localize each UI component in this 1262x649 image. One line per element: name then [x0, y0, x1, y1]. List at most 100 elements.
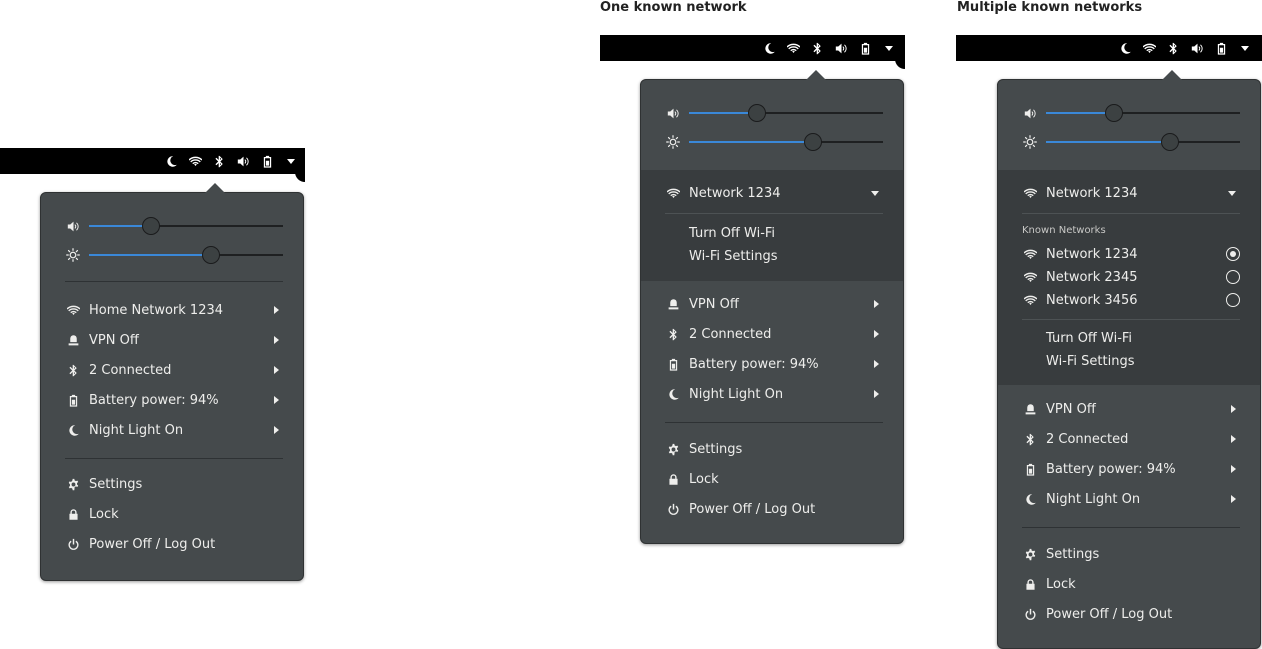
bluetooth-menu-item[interactable]: 2 Connected — [1022, 428, 1240, 450]
battery-menu-item[interactable]: Battery power: 94% — [65, 389, 283, 411]
power-icon — [665, 501, 681, 517]
system-tray[interactable] — [760, 35, 898, 61]
system-tray[interactable] — [1116, 35, 1254, 61]
power-icon — [65, 536, 81, 552]
battery-icon — [856, 35, 874, 61]
top-bar — [600, 35, 905, 69]
vpn-menu-item[interactable]: VPN Off — [1022, 398, 1240, 420]
chevron-right-icon — [274, 306, 279, 314]
bluetooth-menu-item[interactable]: 2 Connected — [665, 323, 883, 345]
chevron-right-icon — [874, 330, 879, 338]
dropdown-arrow-icon — [880, 35, 898, 61]
settings-menu-item[interactable]: Settings — [65, 473, 283, 495]
wifi-icon — [1022, 246, 1038, 262]
battery-menu-item[interactable]: Battery power: 94% — [1022, 458, 1240, 480]
radio-button[interactable] — [1226, 293, 1240, 307]
system-tray[interactable] — [162, 148, 300, 174]
volume-slider[interactable] — [1022, 104, 1240, 122]
brightness-slider[interactable] — [65, 246, 283, 264]
settings-menu-item[interactable]: Settings — [665, 438, 883, 460]
heading-multiple-known: Multiple known networks — [957, 0, 1143, 15]
battery-menu-item[interactable]: Battery power: 94% — [665, 353, 883, 375]
known-network-item[interactable]: Network 1234 — [1022, 243, 1240, 265]
volume-icon — [1188, 35, 1206, 61]
turn-off-wifi-item[interactable]: Turn Off Wi-Fi — [689, 222, 775, 244]
bluetooth-menu-item[interactable]: 2 Connected — [65, 359, 283, 381]
gear-icon — [665, 441, 681, 457]
network-menu-item[interactable]: Home Network 1234 — [65, 299, 283, 321]
lock-menu-item[interactable]: Lock — [1022, 573, 1240, 595]
brightness-slider-knob[interactable] — [804, 133, 823, 151]
night-light-icon — [162, 148, 180, 174]
night-light-icon — [665, 386, 681, 402]
power-menu-item[interactable]: Power Off / Log Out — [665, 498, 883, 520]
gear-icon — [65, 476, 81, 492]
radio-button-selected[interactable] — [1226, 247, 1240, 261]
volume-icon — [665, 105, 681, 121]
volume-slider[interactable] — [65, 217, 283, 235]
night-light-icon — [1022, 491, 1038, 507]
heading-one-known: One known network — [600, 0, 747, 15]
bluetooth-icon — [210, 148, 228, 174]
wifi-icon — [665, 185, 681, 201]
network-menu-item[interactable]: Network 1234 — [1022, 182, 1240, 204]
vpn-menu-item[interactable]: VPN Off — [65, 329, 283, 351]
dropdown-arrow-icon — [1236, 35, 1254, 61]
volume-icon — [1022, 105, 1038, 121]
wifi-submenu: Network 1234 Known Networks Network 1234… — [998, 170, 1260, 385]
brightness-icon — [665, 134, 681, 150]
lock-menu-item[interactable]: Lock — [65, 503, 283, 525]
night-light-icon — [760, 35, 778, 61]
night-light-menu-item[interactable]: Night Light On — [65, 419, 283, 441]
wifi-icon — [1022, 292, 1038, 308]
lock-menu-item[interactable]: Lock — [665, 468, 883, 490]
wifi-icon — [784, 35, 802, 61]
night-light-menu-item[interactable]: Night Light On — [665, 383, 883, 405]
system-menu-popup: Network 1234 Turn Off Wi-Fi Wi-Fi Settin… — [640, 70, 904, 544]
chevron-right-icon — [274, 336, 279, 344]
system-menu-popup: Network 1234 Known Networks Network 1234… — [997, 70, 1261, 649]
turn-off-wifi-item[interactable]: Turn Off Wi-Fi — [1046, 327, 1132, 349]
chevron-down-icon — [871, 190, 879, 196]
brightness-slider-knob[interactable] — [1161, 133, 1180, 151]
known-networks-heading: Known Networks — [1022, 225, 1106, 236]
chevron-right-icon — [1231, 405, 1236, 413]
brightness-slider[interactable] — [1022, 133, 1240, 151]
bluetooth-icon — [665, 326, 681, 342]
bluetooth-icon — [808, 35, 826, 61]
wifi-icon — [1022, 269, 1038, 285]
radio-button[interactable] — [1226, 270, 1240, 284]
wifi-settings-item[interactable]: Wi-Fi Settings — [1046, 350, 1134, 372]
brightness-icon — [65, 247, 81, 263]
volume-icon — [65, 218, 81, 234]
known-network-item[interactable]: Network 2345 — [1022, 266, 1240, 288]
brightness-icon — [1022, 134, 1038, 150]
known-network-item[interactable]: Network 3456 — [1022, 289, 1240, 311]
network-menu-item[interactable]: Network 1234 — [665, 182, 883, 204]
vpn-menu-item[interactable]: VPN Off — [665, 293, 883, 315]
top-bar — [0, 148, 305, 182]
lock-icon — [65, 506, 81, 522]
night-light-menu-item[interactable]: Night Light On — [1022, 488, 1240, 510]
battery-icon — [1212, 35, 1230, 61]
brightness-slider[interactable] — [665, 133, 883, 151]
settings-menu-item[interactable]: Settings — [1022, 543, 1240, 565]
volume-slider-knob[interactable] — [142, 217, 161, 235]
chevron-right-icon — [1231, 465, 1236, 473]
power-menu-item[interactable]: Power Off / Log Out — [1022, 603, 1240, 625]
chevron-right-icon — [274, 396, 279, 404]
volume-slider-knob[interactable] — [1104, 104, 1123, 122]
chevron-right-icon — [874, 360, 879, 368]
power-menu-item[interactable]: Power Off / Log Out — [65, 533, 283, 555]
wifi-settings-item[interactable]: Wi-Fi Settings — [689, 245, 777, 267]
wifi-submenu: Network 1234 Turn Off Wi-Fi Wi-Fi Settin… — [641, 170, 903, 281]
brightness-slider-knob[interactable] — [202, 246, 221, 264]
power-icon — [1022, 606, 1038, 622]
vpn-icon — [65, 332, 81, 348]
wifi-icon — [186, 148, 204, 174]
chevron-right-icon — [1231, 495, 1236, 503]
night-light-icon — [65, 422, 81, 438]
volume-slider-knob[interactable] — [747, 104, 766, 122]
volume-slider[interactable] — [665, 104, 883, 122]
battery-icon — [1022, 461, 1038, 477]
